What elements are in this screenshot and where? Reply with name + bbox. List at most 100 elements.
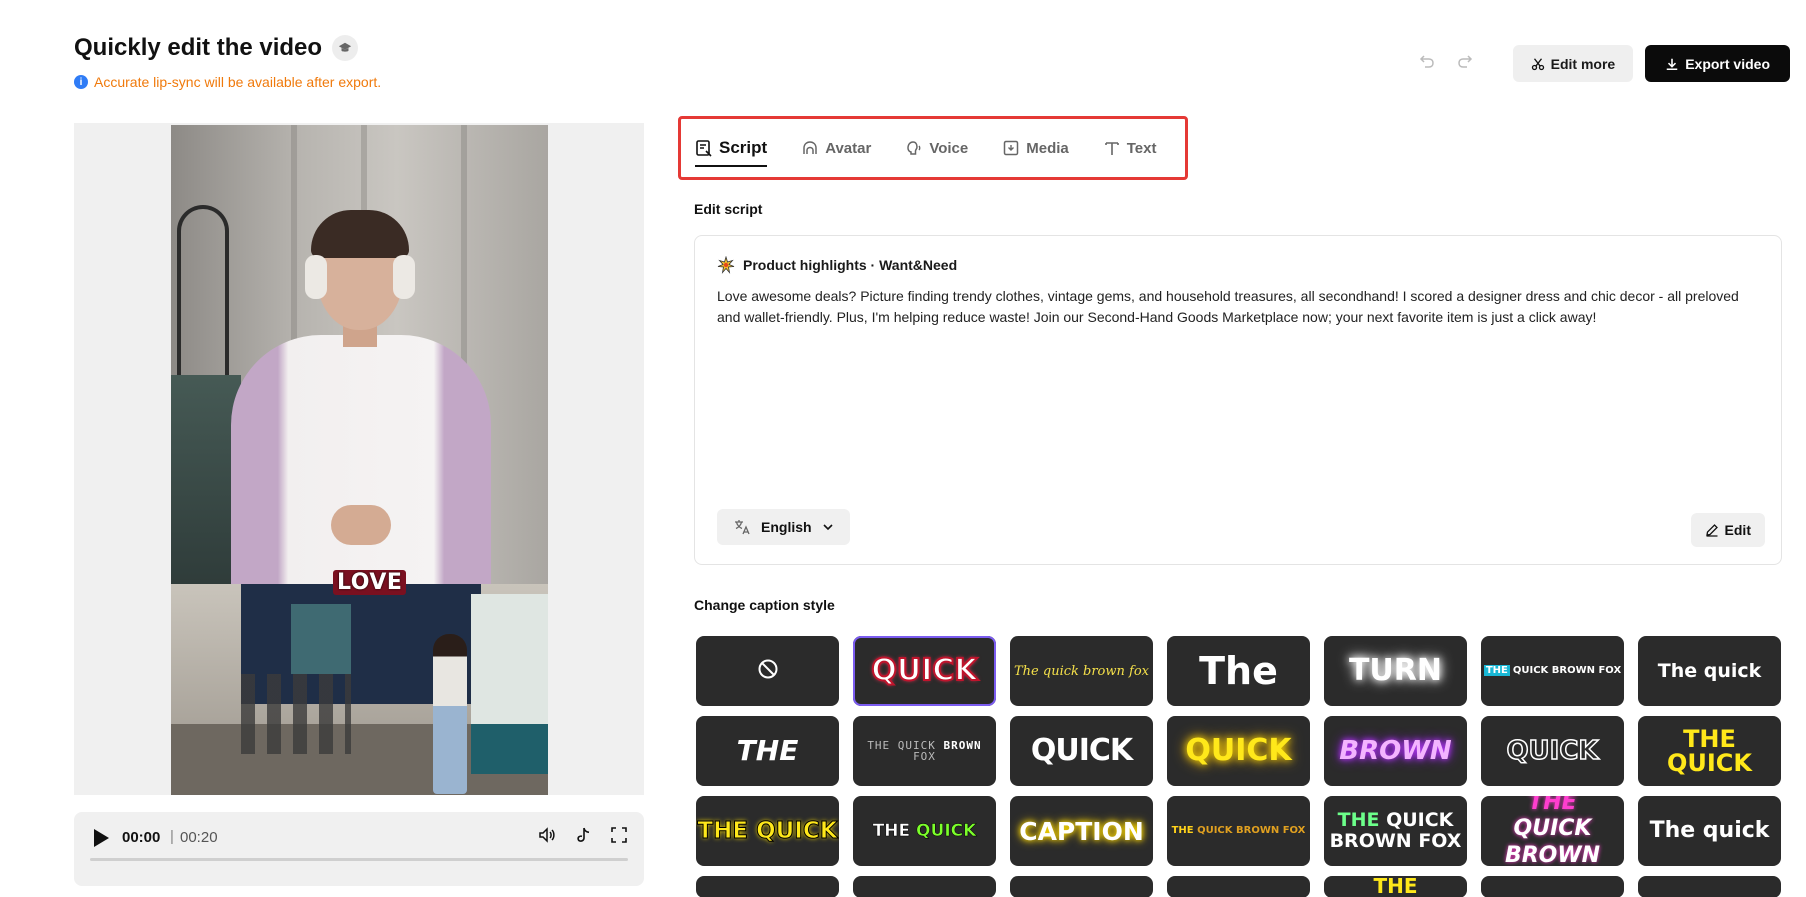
graduation-cap-icon[interactable] (332, 35, 359, 61)
download-icon (1666, 58, 1678, 70)
redo-icon[interactable] (1457, 53, 1473, 74)
play-icon[interactable] (92, 828, 110, 848)
chevron-down-icon (822, 524, 833, 531)
caption-style-text: THE QUICK BROWN FOX (867, 739, 982, 763)
export-video-label: Export video (1685, 55, 1770, 72)
caption-style-tile[interactable]: CAPTION (1010, 796, 1153, 866)
caption-style-tile[interactable]: THE QUICK BROWN FOX (853, 716, 996, 786)
caption-style-tile[interactable]: THE QUICK BROWN (1481, 796, 1624, 866)
avatar-scene (171, 125, 548, 584)
no-caption-icon (757, 658, 779, 684)
caption-style-tile[interactable] (696, 876, 839, 897)
language-select[interactable]: English (717, 509, 850, 545)
avatar-hair (311, 210, 409, 258)
caption-style-tile[interactable]: THE (696, 716, 839, 786)
room-sofa (471, 724, 548, 774)
top-actions: Edit more Export video (1419, 45, 1790, 82)
caption-style-text: QUICK (1030, 733, 1133, 768)
broll-scene (171, 584, 548, 795)
caption-style-text: The quick brown fox (1014, 663, 1149, 679)
caption-style-tile[interactable] (1638, 876, 1781, 897)
caption-style-tile[interactable]: THE (1324, 876, 1467, 897)
caption-style-text: THE QUICK BROWN FOX (1483, 665, 1622, 676)
editor-tabs-highlight: Script Avatar Voice Media Text (678, 116, 1188, 180)
caption-style-tile[interactable]: The quick brown fox (1010, 636, 1153, 706)
lip-sync-notice: i Accurate lip-sync will be available af… (74, 74, 381, 90)
caption-style-tile[interactable]: THE QUICK (853, 796, 996, 866)
title-row: Quickly edit the video (74, 34, 359, 62)
video-preview: LOVE (74, 123, 644, 795)
text-icon (1104, 142, 1119, 155)
caption-style-text: TURN (1348, 653, 1443, 688)
tab-avatar[interactable]: Avatar (801, 119, 871, 177)
video-frame[interactable]: LOVE (171, 125, 548, 795)
caption-style-tile[interactable]: The (1167, 636, 1310, 706)
progress-bar[interactable] (90, 858, 628, 861)
caption-style-label: Change caption style (694, 597, 835, 613)
tab-media[interactable]: Media (1002, 119, 1069, 177)
script-icon (696, 140, 712, 157)
edit-more-button[interactable]: Edit more (1512, 45, 1634, 82)
script-text[interactable]: Love awesome deals? Picture finding tren… (717, 286, 1757, 328)
tab-script[interactable]: Script (695, 119, 768, 177)
caption-style-tile[interactable] (853, 876, 996, 897)
room-artwork (291, 604, 351, 674)
current-time: 00:00 (122, 829, 161, 846)
notice-text: Accurate lip-sync will be available afte… (94, 74, 382, 90)
caption-style-text: QUICK (870, 653, 978, 688)
caption-style-tile[interactable] (1481, 876, 1624, 897)
edit-script-label: Edit script (694, 201, 763, 217)
editor-tabs: Script Avatar Voice Media Text (695, 119, 1156, 177)
tab-script-label: Script (719, 138, 768, 157)
caption-style-text: CAPTION (1019, 816, 1144, 846)
pencil-icon (1705, 524, 1718, 537)
caption-style-tile[interactable]: THE QUICK (696, 796, 839, 866)
scissors-icon (1531, 57, 1544, 70)
caption-style-tile[interactable]: THE QUICK (1638, 716, 1781, 786)
tab-media-label: Media (1026, 139, 1069, 157)
volume-icon[interactable] (538, 826, 556, 844)
caption-style-text: The quick (1657, 659, 1762, 682)
total-time: 00:20 (180, 829, 218, 846)
avatar-icon (803, 141, 817, 154)
avatar-shirt (231, 335, 491, 584)
fullscreen-icon[interactable] (610, 826, 628, 844)
script-title: Product highlights · Want&Need (743, 257, 958, 273)
caption-style-text: THE (1373, 876, 1418, 897)
caption-style-tile[interactable]: QUICK (1167, 716, 1310, 786)
caption-style-tile[interactable] (1167, 876, 1310, 897)
caption-style-text: THE QUICK BROWN FOX (1329, 809, 1462, 852)
caption-style-tile[interactable]: QUICK (1481, 716, 1624, 786)
walking-person (433, 634, 467, 794)
room-chairs (241, 674, 351, 754)
tiktok-icon[interactable] (574, 826, 592, 844)
caption-style-tile[interactable]: QUICK (853, 636, 996, 706)
caption-style-tile[interactable]: THE QUICK BROWN FOX (1324, 796, 1467, 866)
room-window (471, 594, 548, 744)
tab-voice[interactable]: Voice (905, 119, 968, 177)
undo-icon[interactable] (1419, 53, 1435, 74)
caption-style-tile[interactable] (1010, 876, 1153, 897)
caption-style-tile[interactable]: THE QUICK BROWN FOX (1167, 796, 1310, 866)
caption-style-tile[interactable]: BROWN (1324, 716, 1467, 786)
headphone-left (305, 255, 327, 299)
caption-style-tile[interactable]: TURN (1324, 636, 1467, 706)
caption-style-text: THE QUICK (1666, 725, 1753, 777)
export-video-button[interactable]: Export video (1645, 45, 1790, 82)
time-separator: | (170, 828, 174, 845)
caption-style-tile[interactable]: The quick (1638, 636, 1781, 706)
caption-style-text: THE (736, 734, 799, 767)
edit-script-button[interactable]: Edit (1690, 513, 1765, 547)
caption-style-tile[interactable]: QUICK (1010, 716, 1153, 786)
caption-style-text: THE QUICK BROWN FOX (1171, 825, 1306, 836)
caption-style-text: THE QUICK BROWN (1504, 796, 1601, 866)
caption-style-tile[interactable]: The quick (1638, 796, 1781, 866)
player-icons (538, 826, 628, 844)
script-card: Product highlights · Want&Need Love awes… (694, 235, 1782, 565)
caption-style-none[interactable] (696, 636, 839, 706)
video-player-controls: 00:00 | 00:20 (74, 812, 644, 886)
tab-text[interactable]: Text (1103, 119, 1156, 177)
edit-label: Edit (1724, 522, 1751, 538)
caption-style-text: QUICK (1506, 736, 1600, 766)
caption-style-tile[interactable]: THE QUICK BROWN FOX (1481, 636, 1624, 706)
